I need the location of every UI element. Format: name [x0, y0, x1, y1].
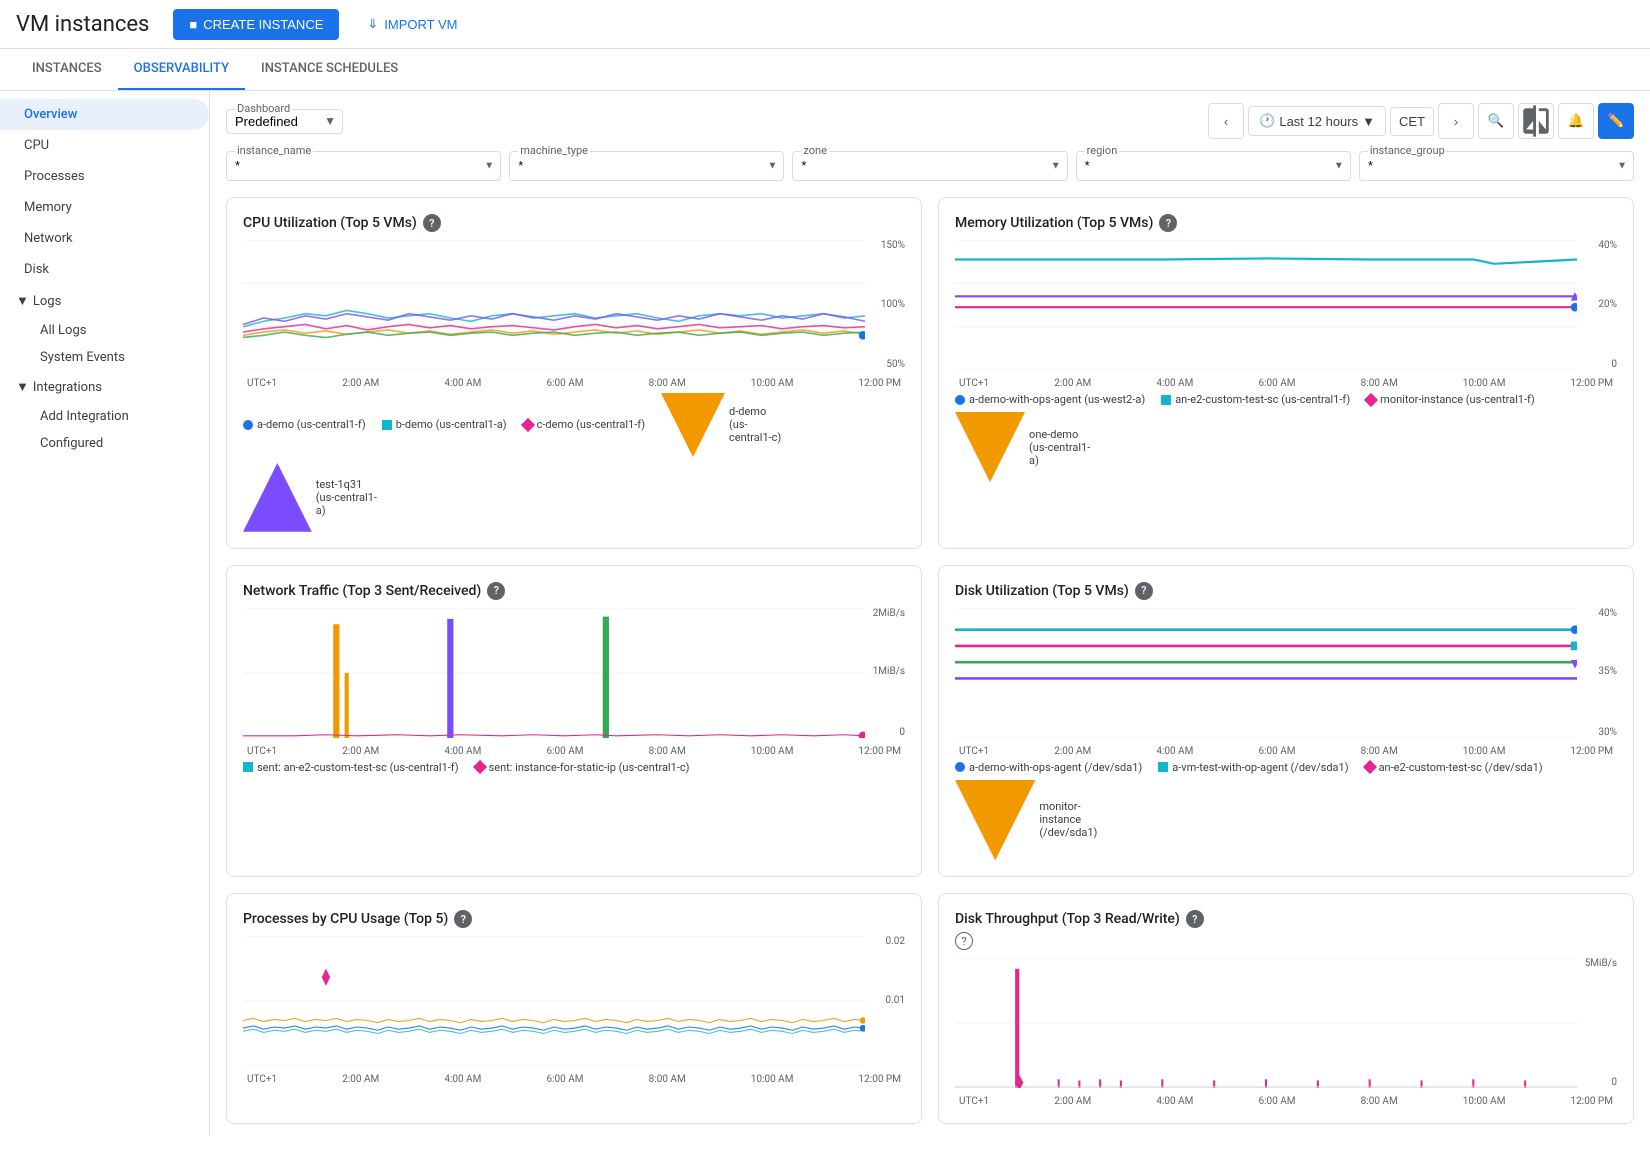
- sidebar: Overview CPU Processes Memory Network Di…: [0, 91, 210, 1136]
- sidebar-item-configured[interactable]: Configured: [0, 430, 209, 457]
- create-instance-button[interactable]: ■ CREATE INSTANCE: [173, 9, 339, 40]
- cpu-chart-area: 150% 100% 50%: [243, 240, 905, 370]
- alert-button[interactable]: 🔔: [1558, 103, 1594, 139]
- timezone-button[interactable]: CET: [1390, 107, 1434, 136]
- search-button[interactable]: 🔍: [1478, 103, 1514, 139]
- chart-network: Network Traffic (Top 3 Sent/Received) ? …: [226, 565, 922, 877]
- time-next-button[interactable]: ›: [1438, 103, 1474, 139]
- filter-arrow-icon-5: ▼: [1617, 161, 1627, 172]
- network-x-axis: UTC+1 2:00 AM 4:00 AM 6:00 AM 8:00 AM 10…: [243, 746, 905, 757]
- filter-instance-group[interactable]: instance_group * ▼: [1359, 151, 1634, 181]
- filter-zone[interactable]: zone * ▼: [792, 151, 1067, 181]
- tab-instances[interactable]: INSTANCES: [16, 49, 118, 90]
- filter-arrow-icon-2: ▼: [768, 161, 778, 172]
- select-arrow-icon: ▼: [324, 114, 336, 128]
- sidebar-item-add-integration[interactable]: Add Integration: [0, 403, 209, 430]
- memory-chart-svg: [955, 240, 1577, 370]
- network-help-icon[interactable]: ?: [487, 582, 505, 600]
- disk-chart-area: 40% 35% 30%: [955, 608, 1617, 738]
- filter-region[interactable]: region * ▼: [1076, 151, 1351, 181]
- page-title: VM instances: [16, 12, 149, 37]
- disk-x-axis: UTC+1 2:00 AM 4:00 AM 6:00 AM 8:00 AM 10…: [955, 746, 1617, 757]
- sidebar-item-disk[interactable]: Disk: [0, 254, 209, 285]
- search-icon: 🔍: [1488, 113, 1505, 129]
- filter-row: instance_name * ▼ machine_type * ▼ zone …: [226, 151, 1634, 181]
- network-chart-area: 2MiB/s 1MiB/s 0: [243, 608, 905, 738]
- disk-help-icon[interactable]: ?: [1135, 582, 1153, 600]
- sidebar-section-integrations[interactable]: ▼ Integrations: [0, 371, 209, 403]
- chart-memory: Memory Utilization (Top 5 VMs) ? 40% 20%…: [938, 197, 1634, 549]
- disk-throughput-chart-area: 5MiB/s 0: [955, 958, 1617, 1088]
- cpu-help-icon[interactable]: ?: [423, 214, 441, 232]
- sidebar-section-logs[interactable]: ▼ Logs: [0, 285, 209, 317]
- filter-arrow-icon: ▼: [484, 161, 494, 172]
- filter-instance-name[interactable]: instance_name * ▼: [226, 151, 501, 181]
- network-chart-svg: [243, 608, 865, 738]
- chevron-down-icon-2: ▼: [16, 379, 29, 395]
- sidebar-item-cpu[interactable]: CPU: [0, 130, 209, 161]
- cpu-chart-svg: [243, 240, 865, 370]
- tab-instance-schedules[interactable]: INSTANCE SCHEDULES: [245, 49, 414, 90]
- processes-help-icon[interactable]: ?: [454, 910, 472, 928]
- disk-throughput-x-axis: UTC+1 2:00 AM 4:00 AM 6:00 AM 8:00 AM 10…: [955, 1096, 1617, 1107]
- sidebar-item-overview[interactable]: Overview: [0, 99, 209, 130]
- dashboard-select[interactable]: Dashboard Predefined ▼: [226, 109, 343, 134]
- dropdown-icon: ▼: [1362, 114, 1375, 129]
- chart-cpu: CPU Utilization (Top 5 VMs) ? 150% 100% …: [226, 197, 922, 549]
- cpu-legend: a-demo (us-central1-f) b-demo (us-centra…: [243, 393, 905, 532]
- bell-icon: 🔔: [1568, 113, 1585, 129]
- memory-help-icon[interactable]: ?: [1159, 214, 1177, 232]
- compare-icon: [1519, 104, 1553, 138]
- time-prev-button[interactable]: ‹: [1208, 103, 1244, 139]
- memory-legend: a-demo-with-ops-agent (us-west2-a) an-e2…: [955, 393, 1617, 482]
- charts-grid: CPU Utilization (Top 5 VMs) ? 150% 100% …: [226, 197, 1634, 1124]
- add-icon: ■: [189, 17, 197, 32]
- sidebar-item-all-logs[interactable]: All Logs: [0, 317, 209, 344]
- time-range-button[interactable]: 🕐 Last 12 hours ▼: [1248, 106, 1386, 136]
- main-content: Dashboard Predefined ▼ ‹ 🕐 Last 12 hours…: [210, 91, 1650, 1136]
- processes-chart-area: 0.02 0.01: [243, 936, 905, 1066]
- import-icon: ⇓: [367, 16, 378, 32]
- processes-x-axis: UTC+1 2:00 AM 4:00 AM 6:00 AM 8:00 AM 10…: [243, 1074, 905, 1085]
- chevron-down-icon: ▼: [16, 293, 29, 309]
- tab-observability[interactable]: OBSERVABILITY: [118, 49, 245, 90]
- chart-disk: Disk Utilization (Top 5 VMs) ? 40% 35% 3…: [938, 565, 1634, 877]
- disk-legend: a-demo-with-ops-agent (/dev/sda1) a-vm-t…: [955, 761, 1617, 860]
- disk-throughput-info-icon[interactable]: ?: [955, 932, 973, 950]
- chart-processes: Processes by CPU Usage (Top 5) ? 0.02 0.…: [226, 893, 922, 1124]
- cpu-x-axis: UTC+1 2:00 AM 4:00 AM 6:00 AM 8:00 AM 10…: [243, 378, 905, 389]
- sidebar-item-system-events[interactable]: System Events: [0, 344, 209, 371]
- sidebar-item-network[interactable]: Network: [0, 223, 209, 254]
- tabs-bar: INSTANCES OBSERVABILITY INSTANCE SCHEDUL…: [0, 49, 1650, 91]
- disk-throughput-help-icon[interactable]: ?: [1186, 910, 1204, 928]
- import-vm-button[interactable]: ⇓ IMPORT VM: [355, 8, 469, 40]
- processes-chart-svg: [243, 936, 865, 1066]
- sidebar-item-memory[interactable]: Memory: [0, 192, 209, 223]
- pencil-icon: ✏️: [1608, 113, 1625, 129]
- edit-button[interactable]: ✏️: [1598, 103, 1634, 139]
- clock-icon: 🕐: [1259, 113, 1275, 129]
- compare-button[interactable]: [1518, 103, 1554, 139]
- filter-arrow-icon-3: ▼: [1051, 161, 1061, 172]
- memory-chart-area: 40% 20% 0: [955, 240, 1617, 370]
- filter-machine-type[interactable]: machine_type * ▼: [509, 151, 784, 181]
- memory-x-axis: UTC+1 2:00 AM 4:00 AM 6:00 AM 8:00 AM 10…: [955, 378, 1617, 389]
- network-legend: sent: an-e2-custom-test-sc (us-central1-…: [243, 761, 905, 774]
- filter-arrow-icon-4: ▼: [1334, 161, 1344, 172]
- disk-chart-svg: [955, 608, 1577, 738]
- chart-disk-throughput: Disk Throughput (Top 3 Read/Write) ? ? 5…: [938, 893, 1634, 1124]
- sidebar-item-processes[interactable]: Processes: [0, 161, 209, 192]
- disk-throughput-chart-svg: [955, 958, 1577, 1088]
